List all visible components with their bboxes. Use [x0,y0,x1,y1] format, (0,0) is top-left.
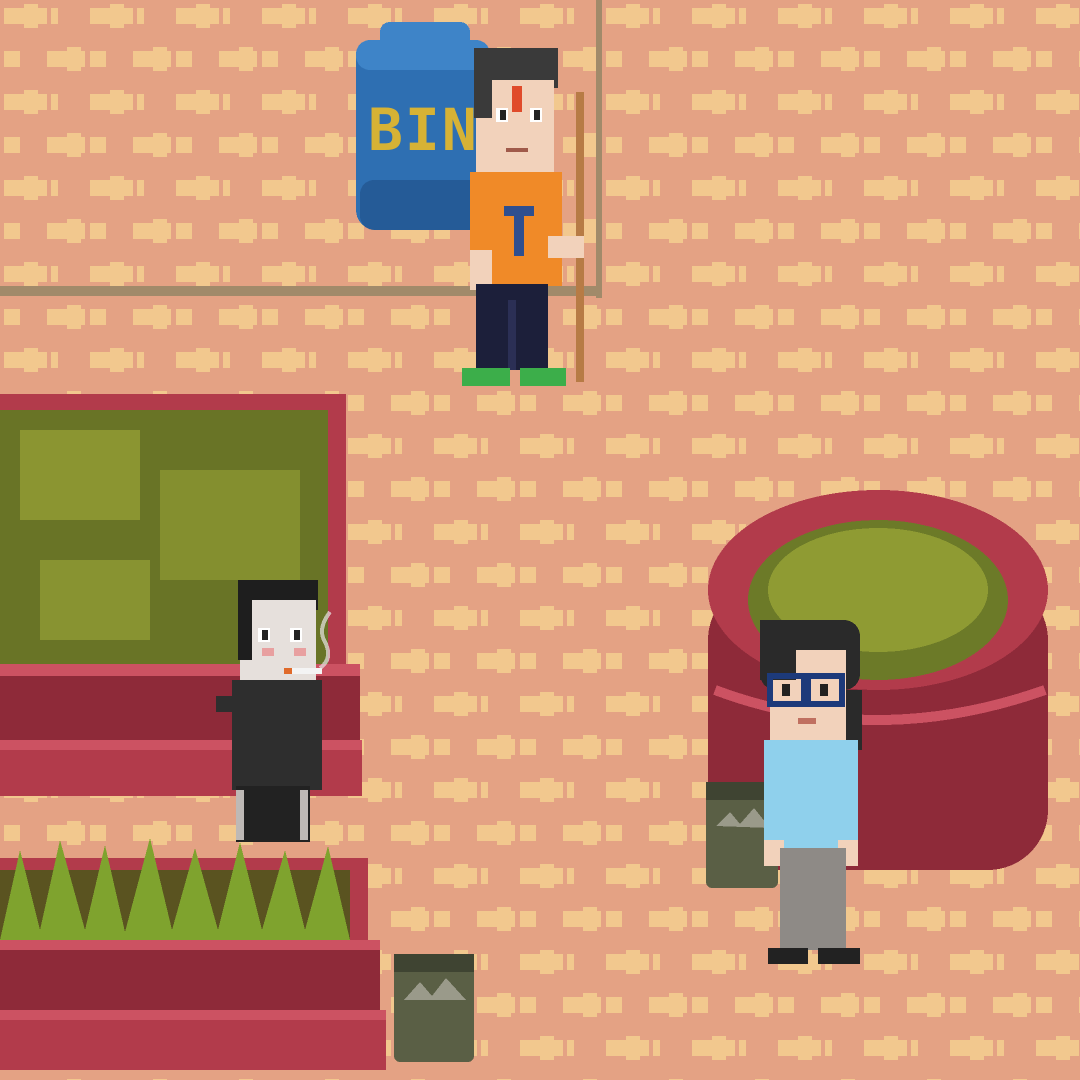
planter-box-grass [0,838,386,1070]
game-scene: BIN [0,0,1080,1080]
bin-label: BIN [368,96,479,164]
trash-bin[interactable]: BIN [356,22,490,230]
bucket-left[interactable] [394,954,474,1062]
